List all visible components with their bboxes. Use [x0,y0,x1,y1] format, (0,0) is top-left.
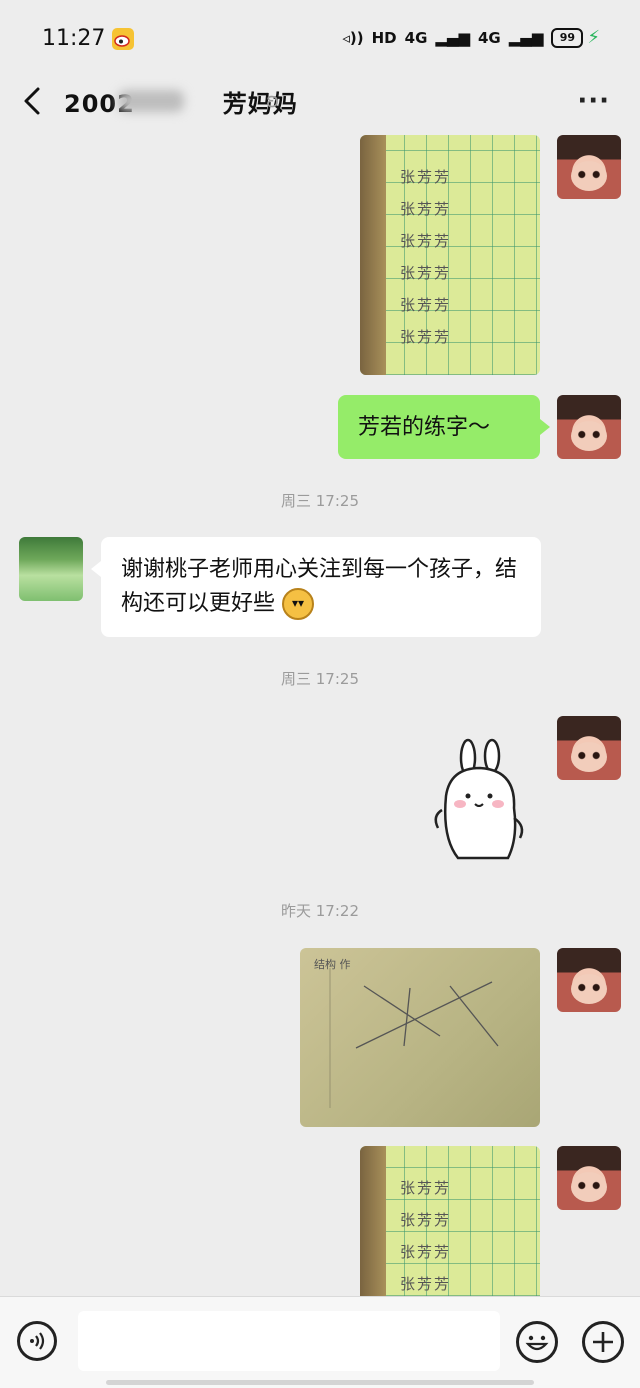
status-right: ◃)) HD 4G ▂▄▆ 4G ▂▄▆ 99 ⚡ [342,27,600,48]
message-input[interactable] [78,1311,500,1371]
grin-emoji-icon: ▾▾ [282,588,315,620]
smiley-face-icon [525,1335,549,1351]
bubble-text: 芳若的练字～ [358,415,491,440]
ear-icon[interactable]: ʚ [266,88,279,112]
avatar-self[interactable] [557,716,621,780]
input-bar [0,1296,640,1388]
text-bubble-received[interactable]: 谢谢桃子老师用心关注到每一个孩子，结构还可以更好些 ▾▾ [91,537,541,637]
voice-icon[interactable] [17,1321,57,1361]
image-message-practice-sheet[interactable]: 张芳芳 张芳芳 张芳芳 张芳芳 张芳芳 张芳芳 [360,135,540,375]
practice-sheet-characters: 张芳芳 张芳芳 张芳芳 张芳芳 张芳芳 张芳芳 [400,168,452,346]
weibo-icon [112,28,134,50]
status-time: 11:27 [42,26,106,51]
charging-icon: ⚡ [587,27,600,48]
net-label-1: 4G [404,28,428,47]
avatar-contact[interactable] [19,537,83,601]
signal-icon: ▂▄▆ [435,28,470,47]
chat-title-suffix: 芳妈妈 [222,90,298,118]
image-message-practice-sheet-2[interactable]: 张芳芳 张芳芳 张芳芳 张芳芳 张芳芳 张芳芳 [360,1146,540,1296]
mute-vibrate-icon: ◃)) [342,28,364,47]
timestamp: 昨天 17:22 [281,902,359,920]
more-options-icon[interactable]: ··· [577,86,610,116]
emoji-icon[interactable] [516,1321,558,1363]
add-icon[interactable] [582,1321,624,1363]
avatar-self[interactable] [557,1146,621,1210]
avatar-self[interactable] [557,948,621,1012]
avatar-self[interactable] [557,395,621,459]
timestamp: 周三 17:25 [281,492,359,510]
timestamp: 周三 17:25 [281,670,359,688]
line-drawing [329,968,499,1108]
bubble-text: 谢谢桃子老师用心关注到每一个孩子，结构还可以更好些 [121,557,518,616]
battery-icon: 99 [551,27,584,48]
practice-sheet-characters: 张芳芳 张芳芳 张芳芳 张芳芳 张芳芳 张芳芳 [400,1179,452,1293]
chevron-left-icon[interactable] [20,83,46,119]
voice-waves-icon [30,1332,45,1350]
rabbit-sticker[interactable] [428,738,532,866]
net-label-2: 4G [478,28,501,47]
plus-icon [593,1332,613,1352]
avatar-self[interactable] [557,135,621,199]
text-bubble-sent[interactable]: 芳若的练字～ [338,395,550,459]
redaction-blur [118,90,184,112]
chat-header: 2002 芳妈妈 ʚ ··· [0,78,640,136]
status-bar: 11:27 ◃)) HD 4G ▂▄▆ 4G ▂▄▆ 99 ⚡ [0,0,640,78]
battery-level: 99 [559,31,576,44]
hd-label: HD [371,28,397,47]
image-message-line-exercise[interactable]: 结构 作 [300,948,540,1127]
home-indicator[interactable] [106,1380,534,1385]
signal-icon-2: ▂▄▆ [508,28,544,47]
